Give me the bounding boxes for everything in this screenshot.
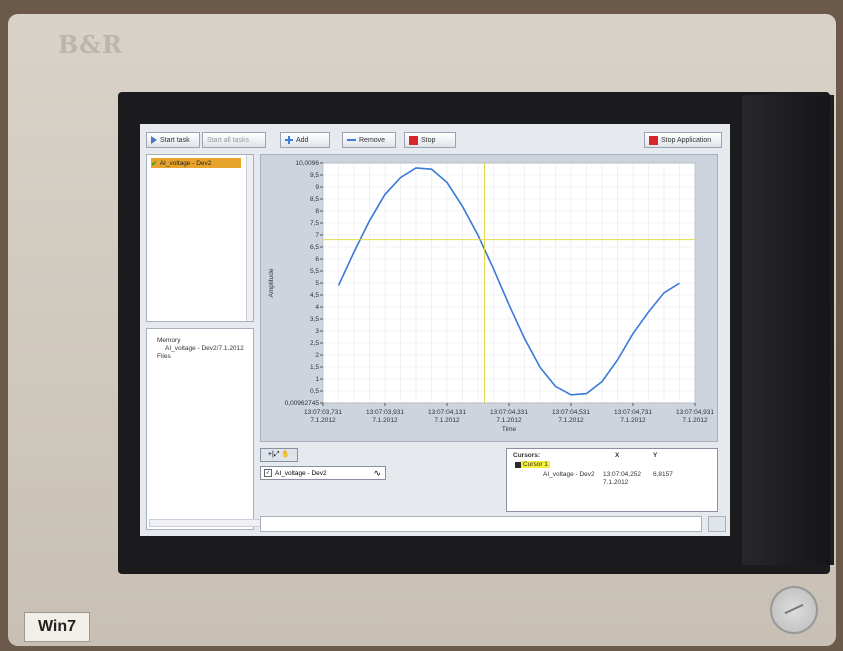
lock-icon[interactable] bbox=[708, 516, 726, 532]
y-tick-label: 5 bbox=[315, 280, 319, 287]
waveform-chart[interactable]: 10,0096 9,5 9 8,5 8 7,5 7 6,5 6 5,5 5 4,5 4 3,5 3 2,5 2 1… bbox=[261, 155, 717, 441]
y-tick-label: 9,5 bbox=[310, 172, 319, 179]
tree-item-label: AI_voltage - Dev2 bbox=[159, 159, 212, 167]
checkmark-icon: ✔ bbox=[151, 158, 158, 168]
x-tick-date: 7.1.2012 bbox=[496, 417, 522, 424]
y-tick-label: 2 bbox=[315, 352, 319, 359]
start-all-label: Start all tasks bbox=[207, 136, 250, 144]
x-tick-date: 7.1.2012 bbox=[434, 417, 460, 424]
memory-entry[interactable]: AI_voltage - Dev2/7.1.2012 bbox=[147, 345, 253, 353]
x-tick-time: 13:07:04,931 bbox=[676, 409, 714, 416]
cursor-1-label[interactable]: Cursor 1 bbox=[521, 461, 550, 468]
x-tick-time: 13:07:03,931 bbox=[366, 409, 404, 416]
y-tick-label: 1,5 bbox=[310, 364, 319, 371]
y-tick-label: 2,5 bbox=[310, 340, 319, 347]
y-tick-label: 1 bbox=[315, 376, 319, 383]
plot-style-icon[interactable]: ∿ bbox=[373, 468, 381, 479]
x-tick-date: 7.1.2012 bbox=[310, 417, 336, 424]
y-tick-label: 3 bbox=[315, 328, 319, 335]
remove-button[interactable]: Remove bbox=[342, 132, 396, 148]
remove-label: Remove bbox=[359, 136, 386, 144]
task-tree: ✔ AI_voltage - Dev2 bbox=[146, 154, 254, 322]
x-tick-time: 13:07:04,731 bbox=[614, 409, 652, 416]
stop-app-icon bbox=[649, 135, 658, 145]
plot-legend[interactable]: ✓ AI_voltage - Dev2 ∿ bbox=[260, 466, 386, 480]
x-tick-date: 7.1.2012 bbox=[372, 417, 398, 424]
x-tick-date: 7.1.2012 bbox=[682, 417, 708, 424]
protective-film bbox=[742, 95, 834, 565]
y-tick-label: 5,5 bbox=[310, 268, 319, 275]
graph-pane: 10,0096 9,5 9 8,5 8 7,5 7 6,5 6 5,5 5 4,5 4 3,5 3 2,5 2 1… bbox=[260, 154, 718, 442]
y-tick-label: 6,5 bbox=[310, 244, 319, 251]
x-tick-time: 13:07:03,731 bbox=[304, 409, 342, 416]
legend-label: AI_voltage - Dev2 bbox=[275, 469, 327, 477]
legend-checkbox[interactable]: ✓ bbox=[264, 469, 272, 477]
x-tick-date: 7.1.2012 bbox=[620, 417, 646, 424]
y-header: Y bbox=[653, 452, 658, 459]
y-tick-label: 10,0096 bbox=[296, 160, 320, 167]
files-panel: Memory AI_voltage - Dev2/7.1.2012 Files bbox=[146, 328, 261, 530]
y-tick-label: 7 bbox=[315, 232, 319, 239]
brand-logo: B&R bbox=[58, 30, 123, 59]
x-header: X bbox=[615, 452, 620, 459]
stop-icon bbox=[409, 135, 418, 145]
x-tick-time: 13:07:04,331 bbox=[490, 409, 528, 416]
start-all-tasks-button[interactable]: Start all tasks bbox=[202, 132, 266, 148]
y-tick-label: 8 bbox=[315, 208, 319, 215]
x-tick-time: 13:07:04,531 bbox=[552, 409, 590, 416]
application-window: Start task Start all tasks Add Remove St… bbox=[140, 124, 730, 536]
power-knob bbox=[770, 586, 818, 634]
add-button[interactable]: Add bbox=[280, 132, 330, 148]
add-label: Add bbox=[296, 136, 309, 144]
x-tick-date: 7.1.2012 bbox=[558, 417, 584, 424]
plus-icon bbox=[285, 136, 293, 144]
y-tick-label: 9 bbox=[315, 184, 319, 191]
stop-button[interactable]: Stop bbox=[404, 132, 456, 148]
play-icon bbox=[151, 136, 157, 144]
y-tick-label: 3,5 bbox=[310, 316, 319, 323]
toolbar: Start task Start all tasks Add Remove St… bbox=[140, 128, 730, 150]
y-tick-label: 4,5 bbox=[310, 292, 319, 299]
cursor-legend: Cursors: X Y Cursor 1 AI_voltage - Dev2 … bbox=[506, 448, 718, 512]
cursor-x-date: 7.1.2012 bbox=[603, 479, 629, 486]
x-axis-label: Time bbox=[502, 426, 517, 433]
cursors-header: Cursors: bbox=[513, 452, 541, 459]
start-task-label: Start task bbox=[160, 136, 190, 144]
memory-node[interactable]: Memory bbox=[147, 337, 253, 345]
stop-application-button[interactable]: Stop Application bbox=[644, 132, 722, 148]
files-scrollbar[interactable] bbox=[149, 519, 261, 527]
files-node[interactable]: Files bbox=[147, 353, 253, 361]
cursor-x-time: 13:07:04,252 bbox=[603, 471, 641, 478]
status-bar bbox=[260, 516, 702, 532]
cursor-channel: AI_voltage - Dev2 bbox=[543, 471, 595, 478]
y-axis-label: Amplitude bbox=[268, 268, 275, 297]
y-tick-label: 0,5 bbox=[310, 388, 319, 395]
x-tick-time: 13:07:04,131 bbox=[428, 409, 466, 416]
y-tick-label: 4 bbox=[315, 304, 319, 311]
y-tick-label: 7,5 bbox=[310, 220, 319, 227]
start-task-button[interactable]: Start task bbox=[146, 132, 200, 148]
y-tick-label: 0,00962745 bbox=[285, 400, 320, 407]
graph-palette[interactable]: +|⤢ ✋ bbox=[260, 448, 298, 462]
y-tick-label: 8,5 bbox=[310, 196, 319, 203]
tree-scrollbar[interactable] bbox=[246, 155, 253, 321]
minus-icon bbox=[347, 139, 356, 141]
tree-item-ai-voltage[interactable]: ✔ AI_voltage - Dev2 bbox=[151, 158, 241, 168]
y-tick-label: 6 bbox=[315, 256, 319, 263]
os-badge: Win7 bbox=[24, 612, 90, 642]
stop-label: Stop bbox=[421, 136, 436, 144]
stop-app-label: Stop Application bbox=[661, 136, 712, 144]
graph-controls: +|⤢ ✋ ✓ AI_voltage - Dev2 ∿ Cursors: X Y… bbox=[260, 448, 718, 512]
cursor-y-value: 6,8157 bbox=[653, 471, 673, 478]
